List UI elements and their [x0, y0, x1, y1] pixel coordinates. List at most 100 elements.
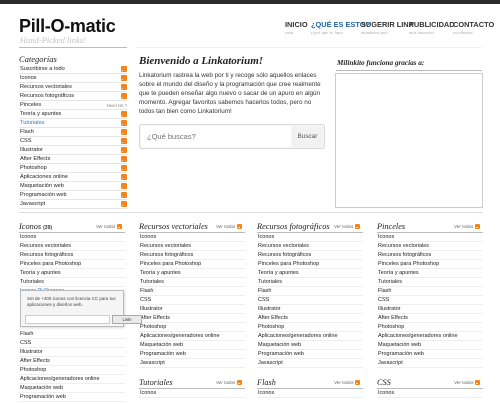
category-link[interactable]: Pinceles para Photoshop — [257, 260, 363, 269]
nav-publicidad[interactable]: PUBLICIDAD más anuncios — [409, 20, 455, 40]
category-link[interactable]: Illustrator — [139, 305, 245, 314]
category-link[interactable]: Iconos — [377, 389, 483, 398]
search-input[interactable] — [141, 126, 291, 147]
rss-icon[interactable] — [121, 138, 127, 144]
category-title[interactable]: Iconos (39) — [19, 222, 52, 231]
rss-icon[interactable] — [121, 93, 127, 99]
view-all-link[interactable]: Ver todos — [216, 224, 243, 229]
category-link[interactable]: Recursos vectoriales — [257, 242, 363, 251]
nav-inicio[interactable]: INICIO casa — [285, 20, 308, 40]
site-logo[interactable]: Pill-O-matic — [19, 16, 116, 37]
rss-icon[interactable] — [121, 111, 127, 117]
category-link[interactable]: Teoría y apuntes — [139, 269, 245, 278]
rss-icon[interactable] — [121, 84, 127, 90]
sidebar-item[interactable]: Photoshop — [19, 164, 127, 173]
rss-icon[interactable] — [121, 75, 127, 81]
view-all-link[interactable]: Ver todos — [96, 224, 123, 229]
sidebar-item[interactable]: Suscribirse a todo — [19, 65, 127, 74]
category-link[interactable]: Flash — [139, 287, 245, 296]
category-link[interactable]: Illustrator — [377, 305, 483, 314]
category-link[interactable]: Photoshop — [19, 366, 125, 375]
category-link[interactable]: Pinceles para Photoshop — [377, 260, 483, 269]
rss-icon[interactable] — [121, 66, 127, 72]
rss-icon[interactable] — [121, 147, 127, 153]
rss-icon[interactable] — [121, 165, 127, 171]
category-link[interactable]: CSS — [377, 296, 483, 305]
sidebar-item[interactable]: Recursos fotográficos — [19, 92, 127, 101]
rss-icon[interactable] — [121, 201, 127, 207]
category-link[interactable]: After Effects — [377, 314, 483, 323]
category-link[interactable]: Teoría y apuntes — [257, 269, 363, 278]
rss-icon[interactable] — [121, 174, 127, 180]
sidebar-item[interactable]: CSS — [19, 137, 127, 146]
category-link[interactable]: Programación web — [139, 350, 245, 359]
category-link[interactable]: Iconos — [139, 233, 245, 242]
category-link[interactable]: Javascript — [257, 359, 363, 368]
category-link[interactable]: Maquetación web — [377, 341, 483, 350]
category-link[interactable]: Maquetación web — [257, 341, 363, 350]
category-title[interactable]: Recursos fotográficos — [257, 222, 330, 231]
rss-icon[interactable] — [475, 224, 481, 229]
category-title[interactable]: CSS — [377, 378, 391, 387]
category-link[interactable]: Pinceles para Photoshop — [19, 260, 125, 269]
category-link[interactable]: Flash — [257, 287, 363, 296]
category-link[interactable]: Photoshop — [257, 323, 363, 332]
view-all-link[interactable]: Ver todos — [334, 224, 361, 229]
category-link[interactable]: Iconos — [19, 233, 125, 242]
rss-icon[interactable] — [355, 224, 361, 229]
category-link[interactable]: Aplicaciones/generadores online — [257, 332, 363, 341]
nav-sugerir-link[interactable]: SUGERIR LINK mándenos uno — [361, 20, 414, 40]
category-link[interactable]: Recursos vectoriales — [377, 242, 483, 251]
sidebar-item[interactable]: Pinceles Need rss ? — [19, 101, 127, 110]
category-title[interactable]: Recursos vectoriales — [139, 222, 208, 231]
category-link[interactable]: Photoshop — [377, 323, 483, 332]
category-link[interactable]: Maquetación web — [19, 384, 125, 393]
category-link[interactable]: After Effects — [139, 314, 245, 323]
category-link[interactable]: Programación web — [19, 393, 125, 402]
rss-icon[interactable] — [121, 192, 127, 198]
category-link[interactable]: Programación web — [257, 350, 363, 359]
category-title[interactable]: Pinceles — [377, 222, 405, 231]
view-all-link[interactable]: Ver todos — [454, 380, 481, 385]
sidebar-item[interactable]: Maquetación web — [19, 182, 127, 191]
sidebar-item[interactable]: Teoría y apuntes — [19, 110, 127, 119]
rss-icon[interactable] — [121, 156, 127, 162]
category-link[interactable]: Flash — [377, 287, 483, 296]
category-link[interactable]: Tutoriales — [19, 278, 125, 287]
nav-contacto[interactable]: CONTACTO escríbenos — [453, 20, 494, 40]
category-link[interactable]: Aplicaciones/generadores online — [139, 332, 245, 341]
category-link[interactable]: Tutoriales — [139, 278, 245, 287]
category-link[interactable]: Javascript — [377, 359, 483, 368]
view-all-link[interactable]: Ver todos — [216, 380, 243, 385]
view-all-link[interactable]: Ver todos — [334, 380, 361, 385]
sidebar-item[interactable]: Aplicaciones online — [19, 173, 127, 182]
category-link[interactable]: Iconos — [257, 233, 363, 242]
category-title[interactable]: Flash — [257, 378, 276, 387]
category-link[interactable]: Maquetación web — [139, 341, 245, 350]
category-link[interactable]: CSS — [257, 296, 363, 305]
category-link[interactable]: Javascript — [139, 359, 245, 368]
category-link[interactable]: Tutoriales — [257, 278, 363, 287]
category-link[interactable]: Recursos fotográficos — [377, 251, 483, 260]
tooltip-link-button[interactable]: Link! — [112, 315, 142, 324]
category-link[interactable]: Illustrator — [257, 305, 363, 314]
sidebar-item[interactable]: Programación web — [19, 191, 127, 200]
sidebar-item[interactable]: After Effects — [19, 155, 127, 164]
category-link[interactable]: CSS — [19, 339, 125, 348]
sidebar-item[interactable]: Tutoriales — [19, 119, 127, 128]
category-link[interactable]: Photoshop — [139, 323, 245, 332]
category-link[interactable]: Pinceles para Photoshop — [139, 260, 245, 269]
category-link[interactable]: Aplicaciones/generadores online — [19, 375, 125, 384]
category-link[interactable]: Iconos — [257, 389, 363, 398]
view-all-link[interactable]: Ver todos — [454, 224, 481, 229]
sidebar-item[interactable]: Iconos — [19, 74, 127, 83]
rss-icon[interactable] — [121, 120, 127, 126]
category-link[interactable]: After Effects — [257, 314, 363, 323]
category-link[interactable]: Teoría y apuntes — [19, 269, 125, 278]
sponsor-box[interactable] — [335, 73, 483, 208]
category-link[interactable]: Aplicaciones/generadores online — [377, 332, 483, 341]
category-link[interactable]: Recursos fotográficos — [139, 251, 245, 260]
category-link[interactable]: Tutoriales — [377, 278, 483, 287]
category-link[interactable]: CSS — [139, 296, 245, 305]
rss-icon[interactable] — [475, 380, 481, 385]
